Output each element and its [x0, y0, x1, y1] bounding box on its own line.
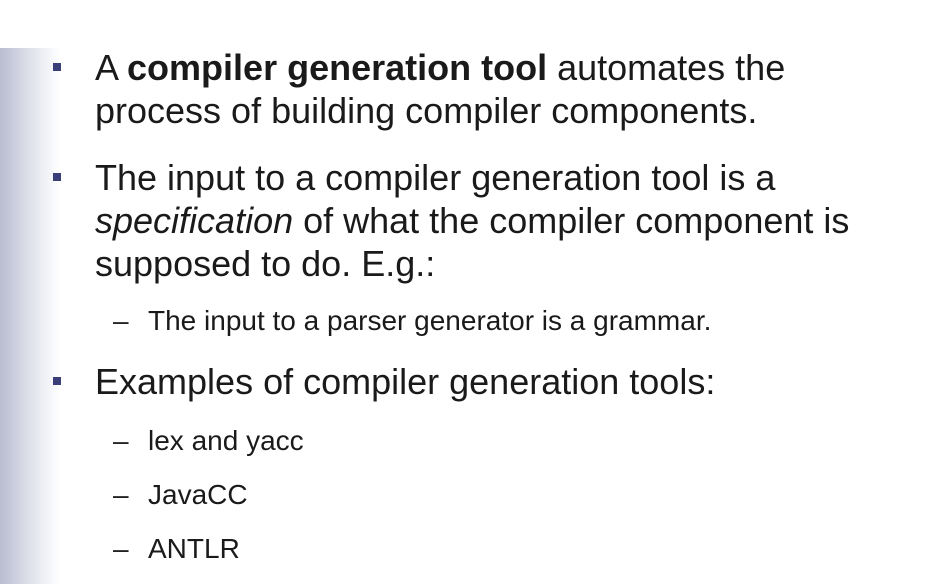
bullet-3: Examples of compiler generation tools: [53, 360, 915, 403]
dash-icon: – [113, 425, 129, 456]
slide: A compiler generation tool automates the… [0, 0, 927, 584]
bullet-3-sub-2: – JavaCC [113, 478, 908, 512]
bullet-2-sub-1: – The input to a parser generator is a g… [113, 304, 908, 338]
square-bullet-icon [53, 63, 61, 71]
sub-item-text: The input to a parser generator is a gra… [148, 305, 712, 336]
bullet-3-text: Examples of compiler generation tools: [95, 361, 716, 402]
bullet-1: A compiler generation tool automates the… [53, 46, 915, 132]
bullet-1-text-start: A [95, 47, 128, 88]
dash-icon: – [113, 533, 129, 564]
dash-icon: – [113, 479, 129, 510]
square-bullet-icon [53, 173, 61, 181]
sub-item-text: JavaCC [148, 479, 248, 510]
sub-item-text: ANTLR [148, 533, 240, 564]
bullet-1-bold-term: compiler generation tool [127, 47, 548, 88]
square-bullet-icon [53, 377, 61, 385]
bullet-3-sub-3: – ANTLR [113, 532, 908, 566]
bullet-3-sub-1: – lex and yacc [113, 424, 908, 458]
dash-icon: – [113, 305, 129, 336]
bullet-2: The input to a compiler generation tool … [53, 156, 915, 285]
sub-item-text: lex and yacc [148, 425, 304, 456]
bullet-2-italic-term: specification [95, 200, 294, 241]
bullet-2-text-start: The input to a compiler generation tool … [95, 157, 776, 198]
